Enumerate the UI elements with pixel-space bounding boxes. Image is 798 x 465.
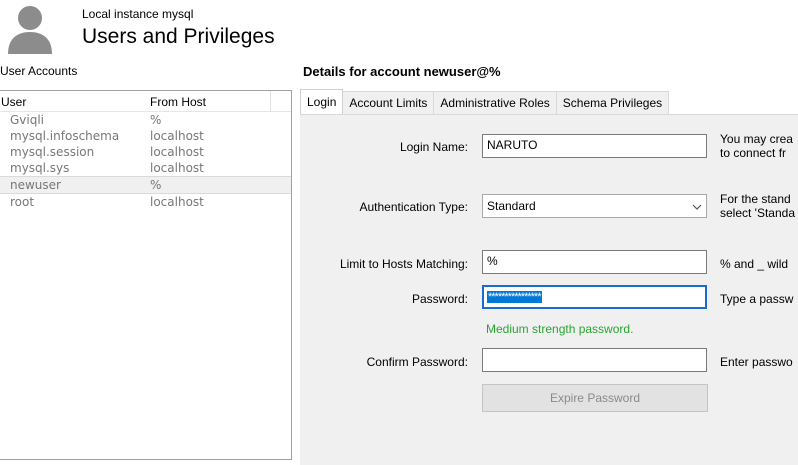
column-separator[interactable] — [270, 91, 271, 111]
auth-type-label: Authentication Type: — [359, 200, 468, 214]
column-header-host[interactable]: From Host — [150, 95, 206, 109]
auth-type-select[interactable]: Standard — [482, 194, 707, 218]
tab-administrative-roles[interactable]: Administrative Roles — [433, 91, 557, 114]
confirm-password-label: Confirm Password: — [366, 355, 468, 369]
host-cell: % — [150, 178, 162, 192]
host-cell: localhost — [150, 145, 204, 159]
user-rows: Gviqli% mysql.infoschema localhost mysql.… — [0, 112, 291, 210]
hosts-help: % and _ wild — [720, 257, 789, 271]
table-row[interactable]: root localhost — [0, 194, 291, 210]
user-accounts-label: User Accounts — [0, 64, 78, 78]
user-cell: mysql.infoschema — [10, 129, 120, 143]
help-line: You may crea — [720, 132, 793, 146]
page-title: Users and Privileges — [82, 25, 275, 48]
password-help: Type a passw — [720, 292, 794, 306]
expire-password-button[interactable]: Expire Password — [482, 384, 708, 412]
host-cell: localhost — [150, 195, 204, 209]
instance-name: Local instance mysql — [82, 7, 194, 21]
confirm-password-help: Enter passwo — [720, 355, 793, 369]
user-cell: Gviqli — [10, 113, 45, 127]
password-input[interactable]: **************** — [482, 285, 707, 309]
user-cell: mysql.session — [10, 145, 95, 159]
table-row[interactable]: mysql.session localhost — [0, 144, 291, 160]
chevron-down-icon[interactable] — [692, 201, 702, 211]
auth-type-help: For the stand select 'Standa — [720, 192, 795, 220]
tab-schema-privileges[interactable]: Schema Privileges — [555, 91, 670, 114]
hosts-label: Limit to Hosts Matching: — [339, 257, 468, 271]
confirm-password-input[interactable] — [482, 348, 707, 372]
password-strength: Medium strength password. — [486, 322, 634, 336]
user-accounts-table[interactable]: User From Host Gviqli% mysql.infoschema l… — [0, 90, 292, 460]
user-cell: newuser — [10, 178, 61, 192]
host-cell: localhost — [150, 129, 204, 143]
user-avatar-icon — [6, 2, 54, 58]
tab-account-limits[interactable]: Account Limits — [342, 91, 435, 114]
tab-login[interactable]: Login — [300, 89, 344, 114]
table-row-selected[interactable]: newuser% — [0, 176, 291, 194]
table-row[interactable]: Gviqli% — [0, 112, 291, 128]
auth-type-value: Standard — [487, 199, 536, 213]
help-line: select 'Standa — [720, 206, 796, 220]
login-name-input[interactable]: NARUTO — [482, 134, 707, 158]
details-tabs: Login Account Limits Administrative Role… — [300, 89, 670, 115]
login-name-label: Login Name: — [399, 140, 468, 154]
help-line: to connect fr — [720, 146, 787, 160]
table-header: User From Host — [0, 91, 291, 112]
table-row[interactable]: mysql.infoschema localhost — [0, 128, 291, 144]
hosts-input[interactable]: % — [482, 250, 707, 274]
details-title: Details for account newuser@% — [303, 64, 501, 79]
login-name-help: You may crea to connect fr — [720, 132, 793, 160]
help-line: For the stand — [720, 192, 791, 206]
user-cell: root — [10, 195, 35, 209]
column-header-user[interactable]: User — [1, 95, 26, 109]
host-cell: % — [150, 113, 162, 127]
host-cell: localhost — [150, 161, 204, 175]
password-label: Password: — [411, 292, 468, 306]
table-row[interactable]: mysql.sys localhost — [0, 160, 291, 176]
user-cell: mysql.sys — [10, 161, 70, 175]
password-value: **************** — [487, 291, 542, 303]
